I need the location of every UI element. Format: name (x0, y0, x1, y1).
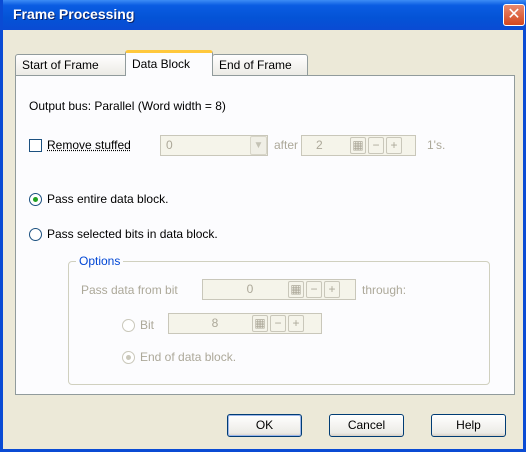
title-bar: Frame Processing ✕ (3, 0, 526, 30)
decrement-button: − (306, 281, 322, 298)
calculator-icon: ▦ (350, 137, 366, 154)
pass-from-label: Pass data from bit (81, 283, 178, 297)
remove-stuffed-label[interactable]: Remove stuffed (47, 138, 131, 152)
bit-value: 8 (211, 316, 219, 330)
decrement-button: − (368, 137, 384, 154)
tab-data-block[interactable]: Data Block (125, 50, 213, 76)
increment-button: + (288, 315, 304, 332)
end-of-block-label: End of data block. (140, 350, 237, 364)
increment-button: + (386, 137, 402, 154)
tab-end-of-frame[interactable]: End of Frame (212, 54, 308, 75)
remove-stuffed-checkbox[interactable] (29, 139, 42, 152)
options-title: Options (76, 254, 124, 268)
data-block-panel: Output bus: Parallel (Word width = 8) Re… (15, 75, 515, 395)
after-label: after (274, 138, 299, 152)
ok-button[interactable]: OK (227, 414, 302, 437)
calculator-icon: ▦ (288, 281, 304, 298)
end-of-block-radio (122, 351, 135, 364)
increment-button: + (324, 281, 340, 298)
chevron-down-icon: ▼ (250, 136, 267, 155)
stuffed-count: 2 (316, 138, 323, 152)
bit-label: Bit (140, 318, 155, 332)
output-bus-label: Output bus: Parallel (Word width = 8) (29, 99, 226, 113)
pass-selected-radio[interactable] (29, 228, 42, 241)
stuffed-value: 0 (166, 138, 173, 152)
window-title: Frame Processing (13, 6, 135, 22)
tab-start-of-frame[interactable]: Start of Frame (15, 54, 127, 75)
calculator-icon: ▦ (252, 315, 268, 332)
ones-suffix: 1's. (427, 138, 446, 152)
close-icon[interactable]: ✕ (503, 4, 525, 26)
through-label: through: (362, 283, 407, 297)
bit-radio (122, 319, 135, 332)
cancel-button[interactable]: Cancel (329, 414, 404, 437)
from-bit-value: 0 (246, 282, 254, 296)
pass-entire-radio[interactable] (29, 193, 42, 206)
help-button[interactable]: Help (431, 414, 506, 437)
frame-processing-dialog: Frame Processing ✕ Start of Frame Data B… (0, 0, 526, 452)
pass-selected-label[interactable]: Pass selected bits in data block. (47, 227, 218, 241)
pass-entire-label[interactable]: Pass entire data block. (47, 192, 168, 206)
decrement-button: − (270, 315, 286, 332)
